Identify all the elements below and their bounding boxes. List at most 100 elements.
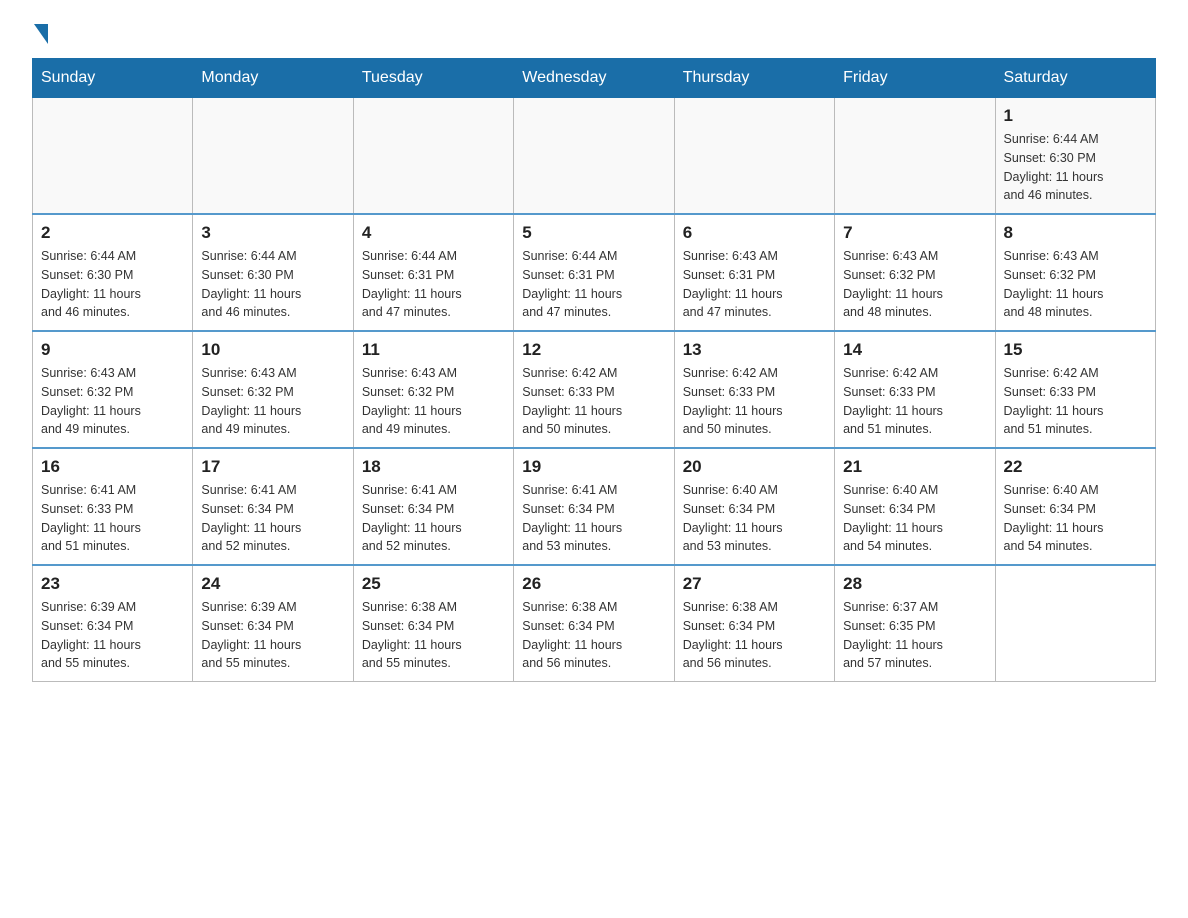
calendar-cell [995,565,1155,682]
day-info: Sunrise: 6:43 AMSunset: 6:32 PMDaylight:… [201,364,344,439]
calendar-cell: 14 Sunrise: 6:42 AMSunset: 6:33 PMDayligh… [835,331,995,448]
day-number: 27 [683,574,826,594]
day-info: Sunrise: 6:42 AMSunset: 6:33 PMDaylight:… [1004,364,1147,439]
day-info: Sunrise: 6:42 AMSunset: 6:33 PMDaylight:… [843,364,986,439]
day-info: Sunrise: 6:44 AMSunset: 6:30 PMDaylight:… [1004,130,1147,205]
day-number: 8 [1004,223,1147,243]
day-number: 26 [522,574,665,594]
day-number: 15 [1004,340,1147,360]
day-info: Sunrise: 6:38 AMSunset: 6:34 PMDaylight:… [522,598,665,673]
day-info: Sunrise: 6:44 AMSunset: 6:31 PMDaylight:… [522,247,665,322]
calendar-cell: 13 Sunrise: 6:42 AMSunset: 6:33 PMDayligh… [674,331,834,448]
day-header-tuesday: Tuesday [353,59,513,98]
calendar-week-row: 9 Sunrise: 6:43 AMSunset: 6:32 PMDaylight… [33,331,1156,448]
logo-arrow-icon [34,24,48,44]
calendar-cell: 28Sunrise: 6:37 AMSunset: 6:35 PMDayligh… [835,565,995,682]
day-number: 12 [522,340,665,360]
day-number: 19 [522,457,665,477]
day-number: 3 [201,223,344,243]
page-header [32,24,1156,42]
day-number: 10 [201,340,344,360]
calendar-week-row: 23 Sunrise: 6:39 AMSunset: 6:34 PMDayligh… [33,565,1156,682]
day-number: 21 [843,457,986,477]
calendar-cell [674,98,834,215]
day-header-friday: Friday [835,59,995,98]
calendar-cell: 10 Sunrise: 6:43 AMSunset: 6:32 PMDayligh… [193,331,353,448]
day-info: Sunrise: 6:42 AMSunset: 6:33 PMDaylight:… [683,364,826,439]
day-number: 20 [683,457,826,477]
day-info: Sunrise: 6:43 AMSunset: 6:32 PMDaylight:… [362,364,505,439]
day-info: Sunrise: 6:39 AMSunset: 6:34 PMDaylight:… [201,598,344,673]
calendar-cell [33,98,193,215]
day-info: Sunrise: 6:41 AMSunset: 6:34 PMDaylight:… [522,481,665,556]
day-number: 13 [683,340,826,360]
day-info: Sunrise: 6:44 AMSunset: 6:30 PMDaylight:… [201,247,344,322]
calendar-body: 1 Sunrise: 6:44 AMSunset: 6:30 PMDaylight… [33,98,1156,682]
calendar-cell [514,98,674,215]
day-info: Sunrise: 6:43 AMSunset: 6:32 PMDaylight:… [41,364,184,439]
day-info: Sunrise: 6:38 AMSunset: 6:34 PMDaylight:… [362,598,505,673]
day-number: 4 [362,223,505,243]
calendar-cell: 8Sunrise: 6:43 AMSunset: 6:32 PMDaylight… [995,214,1155,331]
day-info: Sunrise: 6:42 AMSunset: 6:33 PMDaylight:… [522,364,665,439]
day-number: 14 [843,340,986,360]
calendar-cell: 24 Sunrise: 6:39 AMSunset: 6:34 PMDayligh… [193,565,353,682]
calendar-cell: 22 Sunrise: 6:40 AMSunset: 6:34 PMDayligh… [995,448,1155,565]
calendar-cell: 25 Sunrise: 6:38 AMSunset: 6:34 PMDayligh… [353,565,513,682]
calendar-cell: 26 Sunrise: 6:38 AMSunset: 6:34 PMDayligh… [514,565,674,682]
day-header-sunday: Sunday [33,59,193,98]
calendar-cell: 3 Sunrise: 6:44 AMSunset: 6:30 PMDaylight… [193,214,353,331]
day-number: 28 [843,574,986,594]
calendar-cell: 19 Sunrise: 6:41 AMSunset: 6:34 PMDayligh… [514,448,674,565]
calendar-table: SundayMondayTuesdayWednesdayThursdayFrid… [32,58,1156,682]
calendar-cell [193,98,353,215]
day-number: 25 [362,574,505,594]
day-info: Sunrise: 6:43 AMSunset: 6:31 PMDaylight:… [683,247,826,322]
day-info: Sunrise: 6:40 AMSunset: 6:34 PMDaylight:… [1004,481,1147,556]
day-info: Sunrise: 6:40 AMSunset: 6:34 PMDaylight:… [683,481,826,556]
calendar-cell: 21 Sunrise: 6:40 AMSunset: 6:34 PMDayligh… [835,448,995,565]
calendar-cell: 6 Sunrise: 6:43 AMSunset: 6:31 PMDaylight… [674,214,834,331]
calendar-cell: 9 Sunrise: 6:43 AMSunset: 6:32 PMDaylight… [33,331,193,448]
day-number: 24 [201,574,344,594]
calendar-cell: 27 Sunrise: 6:38 AMSunset: 6:34 PMDayligh… [674,565,834,682]
day-number: 1 [1004,106,1147,126]
day-number: 18 [362,457,505,477]
day-info: Sunrise: 6:39 AMSunset: 6:34 PMDaylight:… [41,598,184,673]
calendar-cell [353,98,513,215]
calendar-cell: 15 Sunrise: 6:42 AMSunset: 6:33 PMDayligh… [995,331,1155,448]
day-header-thursday: Thursday [674,59,834,98]
day-number: 9 [41,340,184,360]
day-info: Sunrise: 6:41 AMSunset: 6:33 PMDaylight:… [41,481,184,556]
day-number: 16 [41,457,184,477]
calendar-week-row: 1 Sunrise: 6:44 AMSunset: 6:30 PMDaylight… [33,98,1156,215]
calendar-cell: 5Sunrise: 6:44 AMSunset: 6:31 PMDaylight… [514,214,674,331]
day-info: Sunrise: 6:41 AMSunset: 6:34 PMDaylight:… [362,481,505,556]
calendar-cell: 4 Sunrise: 6:44 AMSunset: 6:31 PMDaylight… [353,214,513,331]
logo [32,24,48,42]
day-info: Sunrise: 6:44 AMSunset: 6:30 PMDaylight:… [41,247,184,322]
calendar-cell: 23 Sunrise: 6:39 AMSunset: 6:34 PMDayligh… [33,565,193,682]
calendar-cell: 12 Sunrise: 6:42 AMSunset: 6:33 PMDayligh… [514,331,674,448]
calendar-cell: 20 Sunrise: 6:40 AMSunset: 6:34 PMDayligh… [674,448,834,565]
day-number: 7 [843,223,986,243]
calendar-cell: 17 Sunrise: 6:41 AMSunset: 6:34 PMDayligh… [193,448,353,565]
day-number: 22 [1004,457,1147,477]
day-info: Sunrise: 6:38 AMSunset: 6:34 PMDaylight:… [683,598,826,673]
day-header-saturday: Saturday [995,59,1155,98]
calendar-week-row: 2 Sunrise: 6:44 AMSunset: 6:30 PMDaylight… [33,214,1156,331]
day-number: 17 [201,457,344,477]
calendar-cell: 16 Sunrise: 6:41 AMSunset: 6:33 PMDayligh… [33,448,193,565]
calendar-cell: 18 Sunrise: 6:41 AMSunset: 6:34 PMDayligh… [353,448,513,565]
day-info: Sunrise: 6:44 AMSunset: 6:31 PMDaylight:… [362,247,505,322]
day-number: 23 [41,574,184,594]
calendar-cell: 7 Sunrise: 6:43 AMSunset: 6:32 PMDaylight… [835,214,995,331]
day-header-monday: Monday [193,59,353,98]
day-info: Sunrise: 6:43 AMSunset: 6:32 PMDaylight:… [843,247,986,322]
day-info: Sunrise: 6:40 AMSunset: 6:34 PMDaylight:… [843,481,986,556]
calendar-cell [835,98,995,215]
day-number: 2 [41,223,184,243]
calendar-cell: 11Sunrise: 6:43 AMSunset: 6:32 PMDayligh… [353,331,513,448]
day-info: Sunrise: 6:41 AMSunset: 6:34 PMDaylight:… [201,481,344,556]
day-number: 6 [683,223,826,243]
